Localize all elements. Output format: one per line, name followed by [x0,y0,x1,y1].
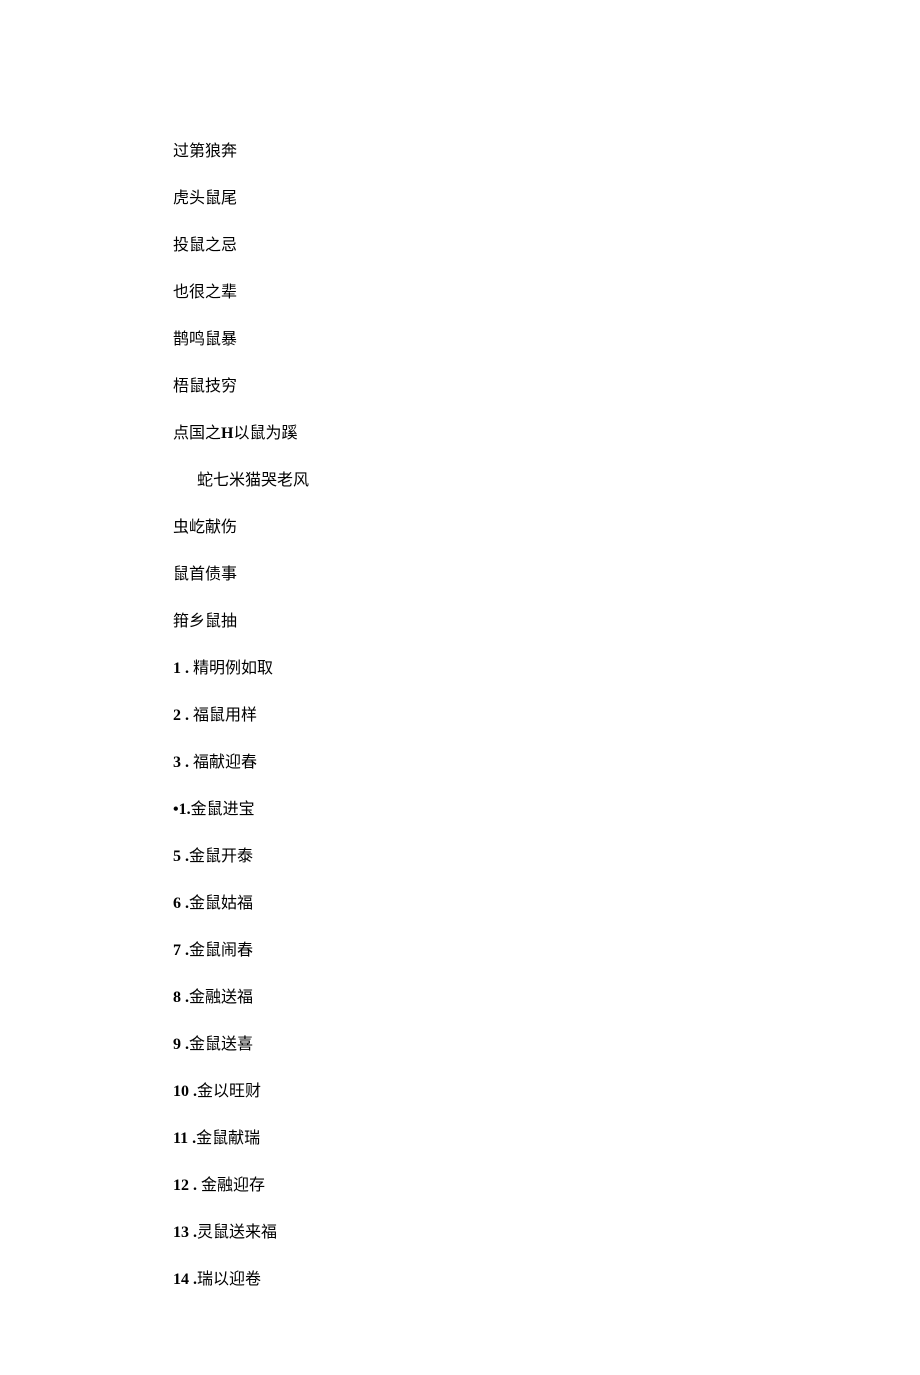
list-item: 14 .瑞以迎卷 [173,1268,920,1292]
list-number: 1 [173,660,181,677]
list-number: 11 [173,1130,188,1147]
list-number: 12 [173,1177,189,1194]
list-item: 7 .金鼠闹春 [173,939,920,963]
list-separator: . [181,660,189,677]
text-line: 也很之辈 [173,281,920,305]
list-text: 金鼠开泰 [189,848,253,865]
list-text: 瑞以迎卷 [197,1271,261,1288]
list-item: 9 .金鼠送喜 [173,1033,920,1057]
list-text: 金鼠闹春 [189,942,253,959]
list-item: 6 .金鼠姑福 [173,892,920,916]
text-line: 投鼠之忌 [173,234,920,258]
list-text: 福献迎春 [193,754,257,771]
text-line: 鼠首债事 [173,563,920,587]
list-text: 精明例如取 [193,660,273,677]
list-separator: . [181,848,189,865]
list-item: 1 . 精明例如取 [173,657,920,681]
list-number: 6 [173,895,181,912]
list-number: 5 [173,848,181,865]
list-text: 福鼠用样 [193,707,257,724]
list-text: 灵鼠送来福 [197,1224,277,1241]
text-suffix: 以鼠为蹊 [233,425,297,442]
list-text: 金融迎存 [201,1177,265,1194]
text-line: 梧鼠技穷 [173,375,920,399]
text-line: 点国之H以鼠为蹊 [173,422,920,446]
list-text: 金鼠进宝 [191,801,255,818]
list-separator: . [181,989,189,1006]
list-number: 2 [173,707,181,724]
text-line: 虫屹献伤 [173,516,920,540]
list-number: 13 [173,1224,189,1241]
list-separator: . [189,1224,197,1241]
list-item: 11 .金鼠献瑞 [173,1127,920,1151]
bold-char: H [221,425,233,442]
text-prefix: 点国之 [173,425,221,442]
list-number: 9 [173,1036,181,1053]
list-separator: . [181,707,189,724]
list-item: 5 .金鼠开泰 [173,845,920,869]
text-line: 虎头鼠尾 [173,187,920,211]
list-item: 3 . 福献迎春 [173,751,920,775]
list-text: 金融送福 [189,989,253,1006]
list-item: •1.金鼠进宝 [173,798,920,822]
list-separator: . [181,1036,189,1053]
text-line: 箝乡鼠抽 [173,610,920,634]
list-separator: . [189,1271,197,1288]
list-separator: . [181,754,189,771]
list-number: 7 [173,942,181,959]
list-item: 2 . 福鼠用样 [173,704,920,728]
list-text: 金鼠送喜 [189,1036,253,1053]
list-number: 8 [173,989,181,1006]
text-line: 过第狼奔 [173,140,920,164]
list-item: 12 . 金融迎存 [173,1174,920,1198]
list-number: 10 [173,1083,189,1100]
list-separator: . [189,1177,197,1194]
list-text: 金鼠姑福 [189,895,253,912]
list-number: 3 [173,754,181,771]
list-item: 13 .灵鼠送来福 [173,1221,920,1245]
list-item: 10 .金以旺财 [173,1080,920,1104]
list-separator: . [181,942,189,959]
list-separator: . [188,1130,196,1147]
text-line: 鹊鸣鼠暴 [173,328,920,352]
list-item: 8 .金融送福 [173,986,920,1010]
list-text: 金以旺财 [197,1083,261,1100]
text-line: 蛇七米猫哭老风 [173,469,920,493]
list-text: 金鼠献瑞 [196,1130,260,1147]
list-separator: . [189,1083,197,1100]
list-number: 14 [173,1271,189,1288]
list-separator: . [181,895,189,912]
list-number: •1. [173,801,191,818]
document-content: 过第狼奔 虎头鼠尾 投鼠之忌 也很之辈 鹊鸣鼠暴 梧鼠技穷 点国之H以鼠为蹊 蛇… [173,140,920,1292]
